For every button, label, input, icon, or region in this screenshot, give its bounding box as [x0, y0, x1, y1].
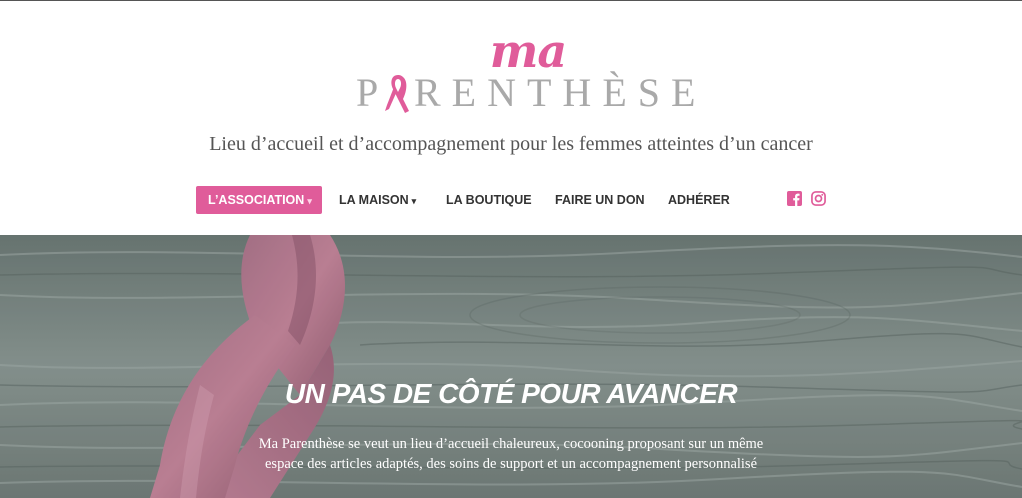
- nav-item-association[interactable]: L’ASSOCIATION ▾: [196, 186, 322, 214]
- nav-item-faire-un-don[interactable]: FAIRE UN DON: [555, 186, 645, 214]
- site-logo[interactable]: ma P RENTHÈSE: [350, 23, 695, 118]
- facebook-icon[interactable]: [787, 191, 802, 209]
- nav-item-label: ADHÉRER: [668, 193, 730, 207]
- nav-item-la-boutique[interactable]: LA BOUTIQUE: [446, 186, 532, 214]
- nav-item-label: LA MAISON: [339, 193, 409, 207]
- nav-item-label: LA BOUTIQUE: [446, 193, 532, 207]
- hero-banner: UN PAS DE CÔTÉ POUR AVANCER Ma Parenthès…: [0, 235, 1022, 498]
- instagram-icon[interactable]: [811, 191, 826, 209]
- site-tagline: Lieu d’accueil et d’accompagnement pour …: [209, 133, 813, 155]
- nav-item-la-maison[interactable]: LA MAISON ▾: [339, 186, 416, 214]
- logo-wordmark: P RENTHÈSE: [356, 70, 695, 115]
- hero-title: UN PAS DE CÔTÉ POUR AVANCER: [284, 378, 738, 409]
- chevron-down-icon: ▾: [411, 196, 417, 206]
- pink-ribbon-icon: [385, 75, 409, 113]
- logo-rest-letters: RENTHÈSE: [414, 70, 707, 115]
- hero-description: Ma Parenthèse se veut un lieu d’accueil …: [258, 436, 764, 472]
- site-header: ma P RENTHÈSE Lieu d’accueil et d’accomp…: [0, 1, 1022, 235]
- logo-first-letter: P: [356, 70, 385, 115]
- nav-item-label: L’ASSOCIATION: [208, 193, 305, 207]
- nav-item-label: FAIRE UN DON: [555, 193, 645, 207]
- chevron-down-icon: ▾: [307, 196, 312, 206]
- nav-item-adherer[interactable]: ADHÉRER: [668, 186, 730, 214]
